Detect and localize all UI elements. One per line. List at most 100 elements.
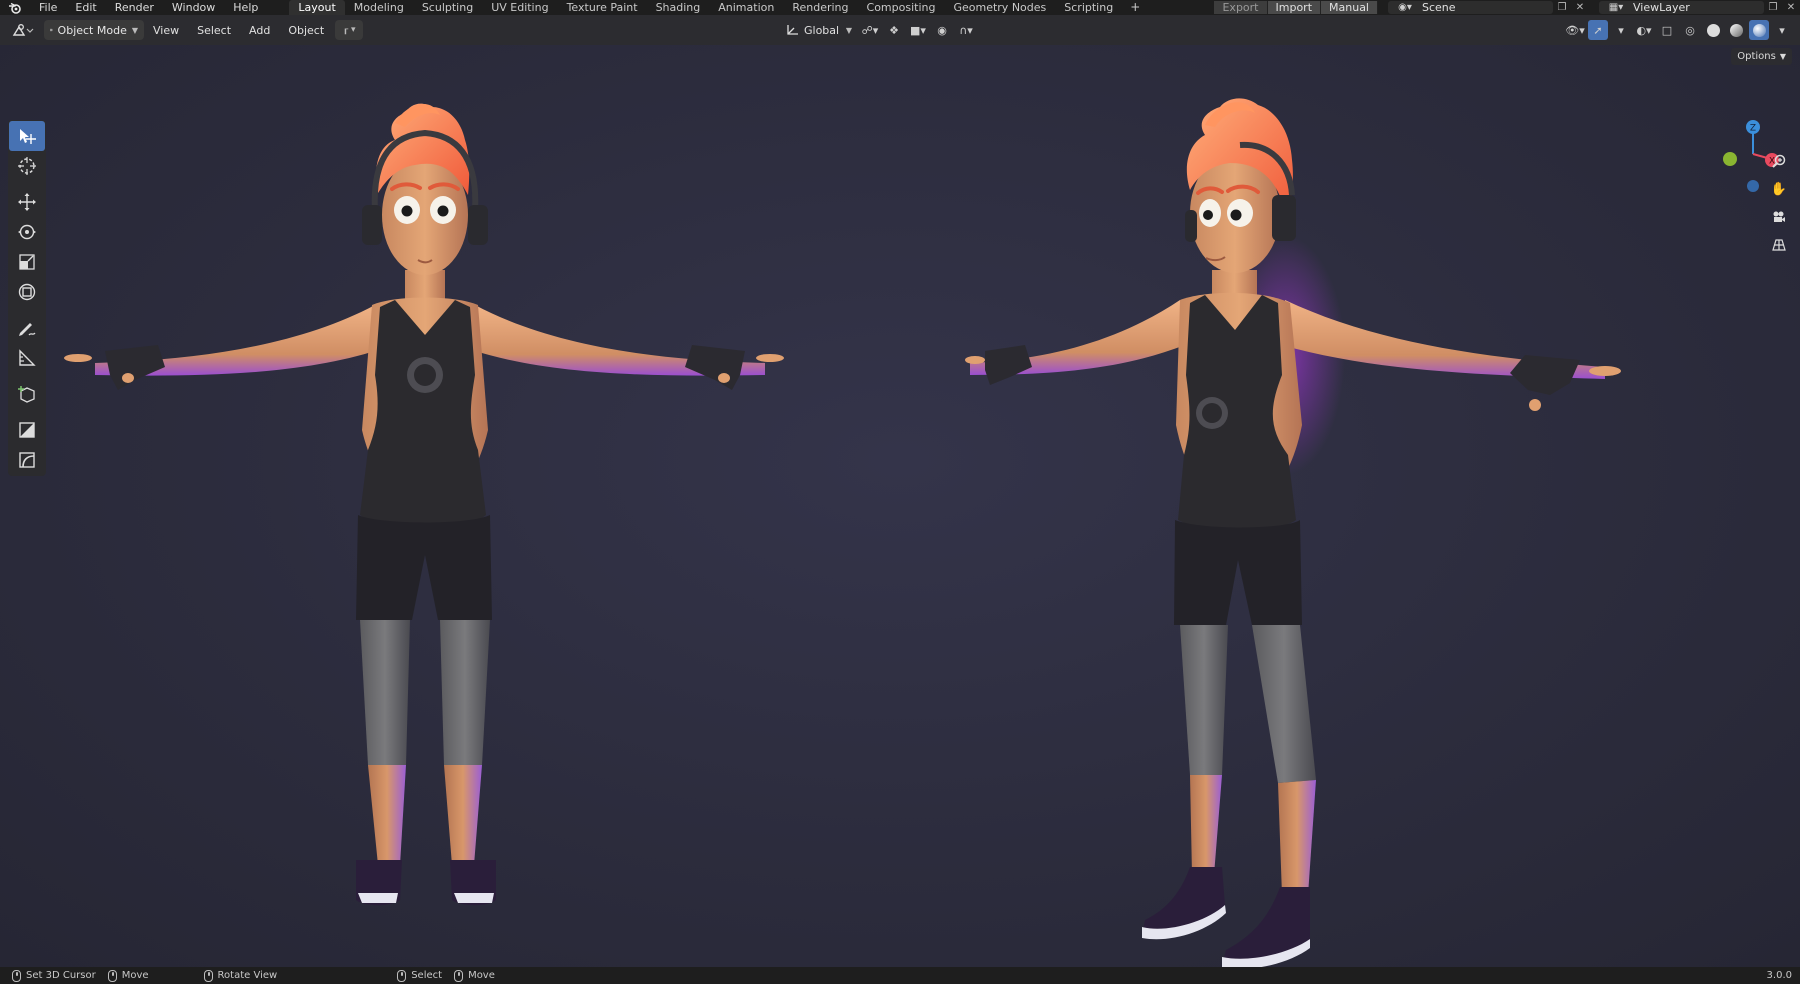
tool-extra-2[interactable] — [9, 445, 45, 475]
tab-texture-paint[interactable]: Texture Paint — [558, 0, 647, 15]
tool-measure[interactable] — [9, 343, 45, 373]
character-side-view — [965, 98, 1621, 967]
tab-sculpting[interactable]: Sculpting — [413, 0, 482, 15]
export-button[interactable]: Export — [1214, 1, 1268, 14]
menu-render[interactable]: Render — [106, 0, 163, 15]
tool-move[interactable] — [9, 187, 45, 217]
chevron-down-icon: ▼ — [845, 25, 852, 35]
tool-transform[interactable] — [9, 277, 45, 307]
status-label: Set 3D Cursor — [26, 970, 96, 981]
version-label: 3.0.0 — [1766, 970, 1792, 981]
status-hint-move: Move — [107, 969, 149, 982]
menu-help[interactable]: Help — [224, 0, 267, 15]
material-shading-icon[interactable] — [1726, 20, 1746, 40]
cursor-icon — [18, 157, 36, 175]
xray-icon[interactable]: □ — [1657, 20, 1677, 40]
overlay-icon[interactable]: ◐▾ — [1634, 20, 1654, 40]
tab-geometry-nodes[interactable]: Geometry Nodes — [944, 0, 1055, 15]
tool-rotate[interactable] — [9, 217, 45, 247]
orientation-dropdown[interactable]: Global ▼ — [782, 20, 856, 40]
status-hint-move-2: Move — [454, 969, 495, 982]
tab-compositing[interactable]: Compositing — [858, 0, 945, 15]
view-layer-selector[interactable]: ▦▾ ViewLayer — [1599, 1, 1764, 14]
gizmo-toggle-icon[interactable]: ➚ — [1588, 20, 1608, 40]
menu-view[interactable]: View — [144, 24, 188, 37]
tab-layout[interactable]: Layout — [289, 0, 345, 15]
snap-target-icon[interactable]: ■▾ — [908, 20, 928, 40]
gizmo-y-handle[interactable] — [1723, 152, 1737, 166]
wireframe-shading-icon[interactable]: ◎ — [1680, 20, 1700, 40]
move-icon — [18, 193, 36, 211]
tab-modeling[interactable]: Modeling — [345, 0, 413, 15]
menu-select[interactable]: Select — [188, 24, 240, 37]
solid-shading-icon[interactable] — [1703, 20, 1723, 40]
viewport-display-controls: 👁▾ ➚ ▾ ◐▾ □ ◎ ▾ — [1565, 20, 1792, 40]
blender-logo-icon[interactable] — [0, 0, 30, 15]
tab-animation[interactable]: Animation — [709, 0, 783, 15]
select-box-icon — [20, 129, 36, 144]
rendered-shading-icon[interactable] — [1749, 20, 1769, 40]
tab-uv-editing[interactable]: UV Editing — [482, 0, 557, 15]
gpencil-dropdown[interactable]: ┎ ▾ — [335, 20, 364, 40]
tool-add-cube[interactable] — [9, 379, 45, 409]
menu-object[interactable]: Object — [279, 24, 333, 37]
mode-label: Object Mode — [57, 23, 127, 37]
scene-selector[interactable]: ◉▾ Scene — [1388, 1, 1553, 14]
status-label: Move — [468, 970, 495, 981]
options-label: Options — [1737, 51, 1776, 62]
mouse-right-icon — [397, 969, 407, 982]
character-front-view — [64, 103, 784, 906]
tool-annotate[interactable] — [9, 313, 45, 343]
add-workspace-icon[interactable]: + — [1122, 0, 1148, 15]
mouse-left-icon — [12, 969, 21, 982]
perspective-toggle-icon[interactable] — [1768, 234, 1790, 256]
new-view-layer-icon[interactable]: ❐ — [1764, 2, 1782, 13]
viewport-header: Object Mode ▼ View Select Add Object ┎ ▾… — [0, 15, 1800, 45]
visibility-icon[interactable]: 👁▾ — [1565, 20, 1585, 40]
transform-controls: Global ▼ ☍▾ ❖ ■▾ ◉ ∩▾ — [782, 20, 976, 40]
tool-select-box[interactable] — [9, 121, 45, 151]
status-hint-cursor: Set 3D Cursor — [12, 969, 96, 982]
menu-file[interactable]: File — [30, 0, 66, 15]
menu-add[interactable]: Add — [240, 24, 279, 37]
snap-icon[interactable]: ❖ — [884, 20, 904, 40]
mouse-middle-icon — [203, 969, 213, 982]
menu-edit[interactable]: Edit — [66, 0, 105, 15]
import-button[interactable]: Import — [1267, 1, 1322, 14]
pivot-point-icon[interactable]: ☍▾ — [860, 20, 880, 40]
gizmo-dropdown-icon[interactable]: ▾ — [1611, 20, 1631, 40]
mode-dropdown[interactable]: Object Mode ▼ — [44, 20, 144, 40]
scene-icon: ◉▾ — [1398, 2, 1412, 13]
zoom-icon[interactable] — [1768, 150, 1790, 172]
camera-view-icon[interactable] — [1768, 206, 1790, 228]
scene-name: Scene — [1422, 1, 1456, 14]
shading-dropdown-icon[interactable]: ▾ — [1772, 20, 1792, 40]
view-layer-icon: ▦▾ — [1608, 2, 1624, 13]
delete-scene-icon[interactable]: ✕ — [1571, 2, 1589, 13]
pan-hand-icon[interactable]: ✋ — [1768, 178, 1790, 200]
tab-shading[interactable]: Shading — [647, 0, 710, 15]
gizmo-neg-z-handle[interactable] — [1747, 180, 1759, 192]
tool-extra-1[interactable] — [9, 415, 45, 445]
proportional-edit-icon[interactable]: ◉ — [932, 20, 952, 40]
menu-window[interactable]: Window — [163, 0, 224, 15]
editor-type-icon[interactable] — [6, 20, 40, 40]
status-label: Select — [411, 970, 443, 981]
new-scene-icon[interactable]: ❐ — [1553, 2, 1571, 13]
mouse-drag-icon — [454, 969, 464, 982]
top-right-controls: Export Import Manual ◉▾ Scene ❐ ✕ ▦▾ Vie… — [1214, 0, 1800, 15]
delete-view-layer-icon[interactable]: ✕ — [1782, 2, 1800, 13]
tab-rendering[interactable]: Rendering — [783, 0, 857, 15]
tool-cursor[interactable] — [9, 151, 45, 181]
tool-scale[interactable] — [9, 247, 45, 277]
add-cube-icon — [18, 386, 35, 403]
tab-scripting[interactable]: Scripting — [1055, 0, 1122, 15]
chevron-down-icon: ▼ — [1779, 52, 1786, 61]
falloff-icon[interactable]: ∩▾ — [956, 20, 976, 40]
options-dropdown[interactable]: Options ▼ — [1731, 48, 1792, 65]
top-menu-bar: File Edit Render Window Help Layout Mode… — [0, 0, 1800, 15]
manual-button[interactable]: Manual — [1321, 1, 1378, 14]
character-render — [64, 98, 1621, 967]
scale-icon — [19, 254, 35, 270]
3d-viewport[interactable]: Z X ✋ — [0, 45, 1800, 967]
